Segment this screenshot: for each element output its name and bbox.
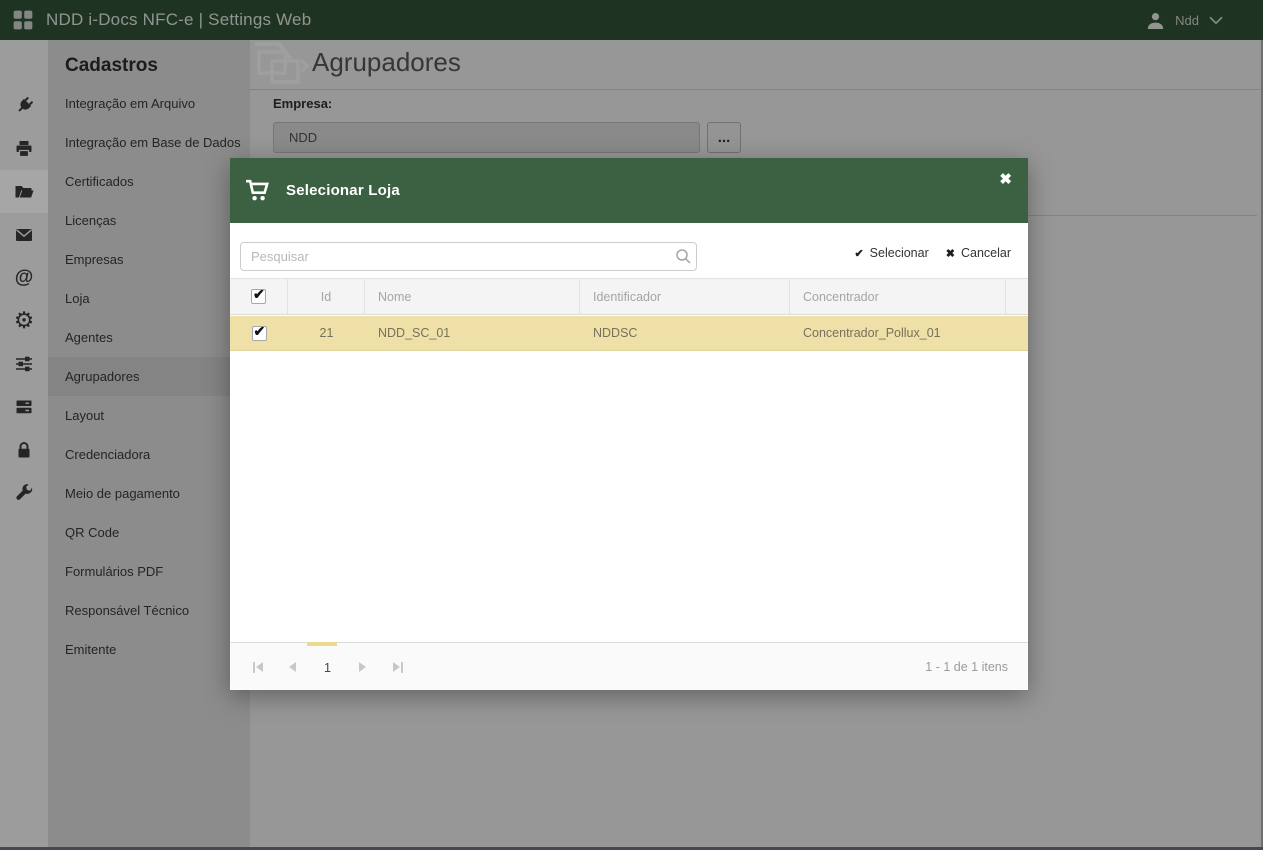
pager-controls: 1 bbox=[240, 643, 415, 691]
column-header-identificador[interactable]: Identificador bbox=[580, 279, 790, 314]
dialog-header: Selecionar Loja ✖ bbox=[230, 158, 1028, 223]
row-checkbox[interactable]: ✔ bbox=[251, 323, 267, 341]
dialog-title: Selecionar Loja bbox=[286, 182, 400, 199]
column-header-id[interactable]: Id bbox=[288, 279, 365, 314]
cell-concentrador: Concentrador_Pollux_01 bbox=[803, 326, 941, 340]
cancel-button[interactable]: ✖ Cancelar bbox=[946, 246, 1011, 260]
cancel-button-label: Cancelar bbox=[960, 246, 1011, 260]
pager-summary: 1 - 1 de 1 itens bbox=[925, 660, 1008, 674]
page-number[interactable]: 1 bbox=[310, 660, 345, 675]
column-header-nome[interactable]: Nome bbox=[365, 279, 580, 314]
row-checkbox-cell: ✔ bbox=[230, 316, 288, 350]
app-screen: NDD i-Docs NFC-e | Settings Web Ndd @ ⚙ … bbox=[0, 0, 1263, 850]
cell-nome: NDD_SC_01 bbox=[378, 326, 451, 340]
table-row[interactable]: ✔ 21 NDD_SC_01 NDDSC Concentrador_Pollux… bbox=[230, 316, 1028, 351]
column-header-concentrador[interactable]: Concentrador bbox=[790, 279, 1006, 314]
cell-id: 21 bbox=[319, 326, 334, 340]
last-page-button[interactable] bbox=[380, 652, 415, 682]
cell-identificador: NDDSC bbox=[593, 326, 638, 340]
select-button-label: Selecionar bbox=[869, 246, 929, 260]
close-icon[interactable]: ✖ bbox=[999, 172, 1012, 187]
pager: 1 1 - 1 de 1 itens bbox=[230, 642, 1028, 690]
cell-filler bbox=[1006, 316, 1028, 350]
check-icon: ✔ bbox=[854, 247, 864, 260]
select-button[interactable]: ✔ Selecionar bbox=[854, 246, 928, 260]
next-page-button[interactable] bbox=[345, 652, 380, 682]
first-page-button[interactable] bbox=[240, 652, 275, 682]
select-all-cell: ✔ bbox=[230, 279, 288, 314]
column-header-filler bbox=[1006, 279, 1028, 314]
search-input[interactable] bbox=[240, 242, 697, 271]
previous-page-button[interactable] bbox=[275, 652, 310, 682]
select-all-checkbox[interactable]: ✔ bbox=[251, 286, 266, 304]
cart-icon bbox=[246, 179, 269, 201]
dialog-actions: ✔ Selecionar ✖ Cancelar bbox=[854, 246, 1011, 260]
selecionar-loja-dialog: Selecionar Loja ✖ ✔ Selecionar ✖ Cancela… bbox=[230, 158, 1028, 690]
x-icon: ✖ bbox=[945, 247, 955, 260]
search-icon bbox=[676, 249, 691, 264]
table-header-row: ✔ Id Nome Identificador Concentrador bbox=[230, 278, 1028, 315]
